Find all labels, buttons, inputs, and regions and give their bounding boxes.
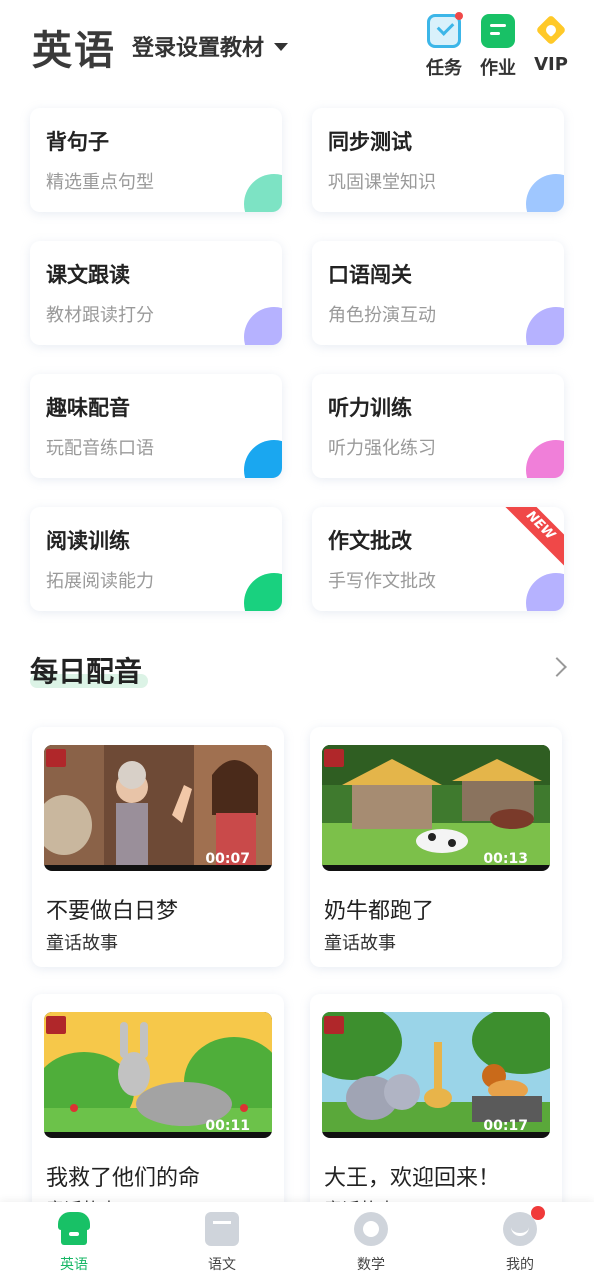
chevron-right-icon[interactable] [547, 657, 567, 677]
corner-decoration [244, 440, 282, 478]
chinese-book-icon [205, 1212, 239, 1246]
textbook-select[interactable]: 登录设置教材 [132, 30, 289, 62]
video-title: 我救了他们的命 [46, 1166, 201, 1191]
video-thumbnail: 00:07 [44, 745, 272, 871]
feature-title: 课文跟读 [46, 263, 130, 287]
nav-label: 语文 [208, 1257, 236, 1273]
feature-title: 阅读训练 [46, 529, 130, 553]
scene-illustration [322, 745, 550, 865]
feature-card-listening[interactable]: 听力训练 听力强化练习 [312, 374, 564, 478]
corner-decoration [244, 307, 282, 345]
video-duration: 00:13 [483, 851, 528, 867]
nav-label: 数学 [357, 1257, 385, 1273]
video-duration: 00:11 [205, 1118, 250, 1134]
video-title: 不要做白日梦 [46, 899, 179, 924]
video-thumbnail: 00:11 [44, 1012, 272, 1138]
corner-decoration [526, 440, 564, 478]
feature-card-reading[interactable]: 阅读训练 拓展阅读能力 [30, 507, 282, 611]
nav-item-chinese[interactable]: 语文 [182, 1212, 262, 1274]
homework-icon [481, 14, 515, 48]
homework-label: 作业 [480, 58, 516, 79]
video-duration: 00:07 [205, 851, 250, 867]
caret-down-icon [274, 43, 289, 51]
homework-button[interactable]: 作业 [474, 14, 522, 80]
feature-subtitle: 教材跟读打分 [46, 305, 154, 326]
section-title: 每日配音 [30, 655, 143, 688]
feature-subtitle: 精选重点句型 [46, 172, 154, 193]
corner-decoration [244, 174, 282, 212]
video-card[interactable]: 00:07 不要做白日梦 童话故事 [32, 727, 284, 967]
feature-card-follow-reading[interactable]: 课文跟读 教材跟读打分 [30, 241, 282, 345]
vip-label: VIP [534, 54, 568, 75]
video-title: 大王，欢迎回来！ [324, 1166, 501, 1191]
feature-title: 听力训练 [328, 396, 412, 420]
nav-label: 英语 [60, 1257, 88, 1273]
video-category: 童话故事 [46, 933, 118, 954]
feature-title: 趣味配音 [46, 396, 130, 420]
feature-title: 背句子 [46, 130, 109, 154]
video-thumbnail: 00:13 [322, 745, 550, 871]
nav-item-math[interactable]: 数学 [331, 1212, 411, 1274]
english-home-icon [57, 1212, 91, 1246]
feature-subtitle: 听力强化练习 [328, 438, 436, 459]
feature-card-speaking[interactable]: 口语闯关 角色扮演互动 [312, 241, 564, 345]
video-thumbnail: 00:17 [322, 1012, 550, 1138]
channel-logo [46, 749, 66, 767]
vip-diamond-icon [534, 14, 568, 48]
section-header: 每日配音 [30, 650, 148, 690]
feature-subtitle: 角色扮演互动 [328, 305, 436, 326]
video-title: 奶牛都跑了 [324, 899, 435, 924]
feature-subtitle: 拓展阅读能力 [46, 571, 154, 592]
bottom-nav: 英语 语文 数学 我的 [0, 1202, 594, 1280]
profile-icon [503, 1206, 545, 1246]
feature-card-sentences[interactable]: 背句子 精选重点句型 [30, 108, 282, 212]
subject-title: 英语 [32, 28, 116, 74]
task-label: 任务 [426, 58, 462, 79]
math-icon [354, 1212, 388, 1246]
corner-decoration [526, 307, 564, 345]
video-category: 童话故事 [324, 933, 396, 954]
corner-decoration [244, 573, 282, 611]
feature-title: 口语闯关 [328, 263, 412, 287]
feature-title: 作文批改 [328, 529, 412, 553]
feature-title: 同步测试 [328, 130, 412, 154]
feature-card-essay[interactable]: 作文批改 手写作文批改 NEW [312, 507, 564, 611]
task-checklist-icon [427, 12, 463, 48]
new-badge: NEW [496, 507, 564, 570]
vip-button[interactable]: VIP [527, 14, 575, 75]
feature-subtitle: 玩配音练口语 [46, 438, 154, 459]
feature-subtitle: 手写作文批改 [328, 571, 436, 592]
nav-item-english[interactable]: 英语 [34, 1212, 114, 1274]
corner-decoration [526, 573, 564, 611]
scene-illustration [44, 1012, 272, 1132]
scene-illustration [44, 745, 272, 865]
notification-dot [455, 12, 463, 20]
feature-card-dubbing[interactable]: 趣味配音 玩配音练口语 [30, 374, 282, 478]
channel-logo [324, 1016, 344, 1034]
video-card[interactable]: 00:13 奶牛都跑了 童话故事 [310, 727, 562, 967]
video-card[interactable]: 00:11 我救了他们的命 童话故事 [32, 994, 284, 1234]
nav-label: 我的 [506, 1257, 534, 1273]
scene-illustration [322, 1012, 550, 1132]
task-button[interactable]: 任务 [420, 12, 468, 80]
corner-decoration [526, 174, 564, 212]
nav-item-profile[interactable]: 我的 [480, 1206, 560, 1274]
notification-dot [531, 1206, 545, 1220]
header: 英语 登录设置教材 任务 作业 VIP [0, 0, 594, 92]
video-card[interactable]: 00:17 大王，欢迎回来！ 童话故事 [310, 994, 562, 1234]
textbook-select-label: 登录设置教材 [132, 36, 265, 61]
channel-logo [324, 749, 344, 767]
feature-card-sync-test[interactable]: 同步测试 巩固课堂知识 [312, 108, 564, 212]
channel-logo [46, 1016, 66, 1034]
video-duration: 00:17 [483, 1118, 528, 1134]
feature-subtitle: 巩固课堂知识 [328, 172, 436, 193]
